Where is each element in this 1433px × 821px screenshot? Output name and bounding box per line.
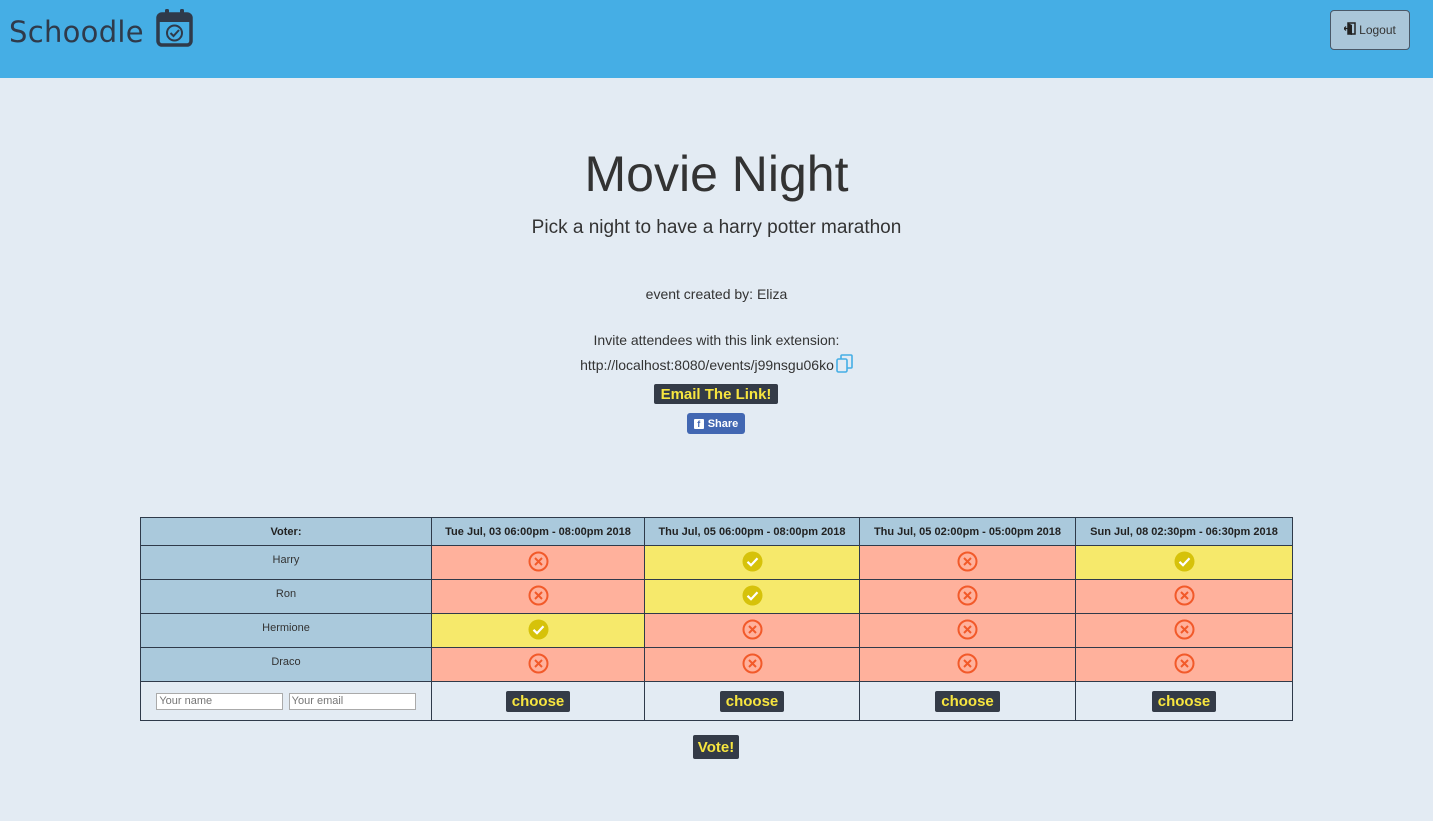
poll-header-row: Voter: Tue Jul, 03 06:00pm - 08:00pm 201… — [140, 517, 1293, 546]
check-circle-icon — [528, 619, 549, 643]
vote-no-cell — [644, 647, 860, 682]
invite-instructions: Invite attendees with this link extensio… — [593, 332, 840, 348]
choose-cell: choose — [859, 681, 1076, 721]
x-circle-icon — [957, 619, 978, 643]
voter-header: Voter: — [140, 517, 432, 546]
vote-no-cell — [859, 579, 1076, 614]
vote-yes-cell — [431, 613, 645, 648]
vote-no-cell — [431, 579, 645, 614]
name-input[interactable] — [156, 692, 284, 710]
vote-no-cell — [644, 613, 860, 648]
voter-row: Harry — [140, 545, 1293, 580]
facebook-icon: f — [693, 418, 704, 429]
door-exit-icon — [1343, 22, 1356, 38]
voter-row: Draco — [140, 647, 1293, 682]
new-vote-row: choose choose choose choose — [140, 681, 1293, 721]
poll-table: Voter: Tue Jul, 03 06:00pm - 08:00pm 201… — [140, 517, 1293, 721]
share-label: Share — [707, 417, 739, 430]
check-circle-icon — [1174, 551, 1195, 575]
choose-button[interactable]: choose — [1151, 690, 1217, 712]
copy-icon[interactable] — [836, 354, 853, 376]
email-link-button[interactable]: Email The Link! — [654, 384, 778, 404]
choose-cell: choose — [1075, 681, 1293, 721]
vote-yes-cell — [644, 579, 860, 614]
x-circle-icon — [742, 619, 763, 643]
vote-no-cell — [431, 647, 645, 682]
x-circle-icon — [528, 551, 549, 575]
vote-no-cell — [1075, 579, 1293, 614]
logout-button[interactable]: Logout — [1330, 10, 1410, 50]
brand-name[interactable]: Schoodle — [9, 15, 144, 49]
vote-yes-cell — [1075, 545, 1293, 580]
check-circle-icon — [742, 585, 763, 609]
voter-name: Hermione — [140, 613, 432, 648]
vote-no-cell — [859, 613, 1076, 648]
voter-name: Harry — [140, 545, 432, 580]
x-circle-icon — [1174, 585, 1195, 609]
check-circle-icon — [742, 551, 763, 575]
email-input[interactable] — [288, 692, 416, 710]
voter-name: Draco — [140, 647, 432, 682]
x-circle-icon — [742, 653, 763, 677]
x-circle-icon — [1174, 653, 1195, 677]
x-circle-icon — [957, 551, 978, 575]
vote-no-cell — [1075, 613, 1293, 648]
vote-no-cell — [859, 647, 1076, 682]
navbar: Schoodle Logout — [0, 0, 1433, 78]
voter-inputs — [140, 681, 432, 721]
logout-label: Logout — [1359, 23, 1396, 37]
voter-row: Hermione — [140, 613, 1293, 648]
choose-button[interactable]: choose — [935, 690, 1000, 712]
choose-cell: choose — [431, 681, 645, 721]
invite-link[interactable]: http://localhost:8080/events/j99nsgu06ko — [580, 357, 834, 373]
x-circle-icon — [1174, 619, 1195, 643]
vote-no-cell — [431, 545, 645, 580]
choose-button[interactable]: choose — [719, 690, 785, 712]
date-header: Thu Jul, 05 02:00pm - 05:00pm 2018 — [859, 517, 1076, 546]
facebook-share-button[interactable]: f Share — [687, 413, 745, 434]
choose-button[interactable]: choose — [505, 690, 571, 712]
vote-yes-cell — [644, 545, 860, 580]
event-creator: event created by: Eliza — [645, 286, 788, 302]
vote-no-cell — [1075, 647, 1293, 682]
voter-row: Ron — [140, 579, 1293, 614]
choose-cell: choose — [644, 681, 860, 721]
x-circle-icon — [528, 585, 549, 609]
date-header: Thu Jul, 05 06:00pm - 08:00pm 2018 — [644, 517, 860, 546]
event-description: Pick a night to have a harry potter mara… — [531, 217, 902, 238]
voter-name: Ron — [140, 579, 432, 614]
calendar-check-icon — [155, 8, 195, 53]
invite-link-row: http://localhost:8080/events/j99nsgu06ko — [0, 354, 1433, 376]
date-header: Sun Jul, 08 02:30pm - 06:30pm 2018 — [1075, 517, 1293, 546]
x-circle-icon — [957, 653, 978, 677]
vote-no-cell — [859, 545, 1076, 580]
vote-button[interactable]: Vote! — [693, 735, 739, 759]
x-circle-icon — [957, 585, 978, 609]
event-title: Movie Night — [584, 146, 849, 202]
x-circle-icon — [528, 653, 549, 677]
date-header: Tue Jul, 03 06:00pm - 08:00pm 2018 — [431, 517, 645, 546]
